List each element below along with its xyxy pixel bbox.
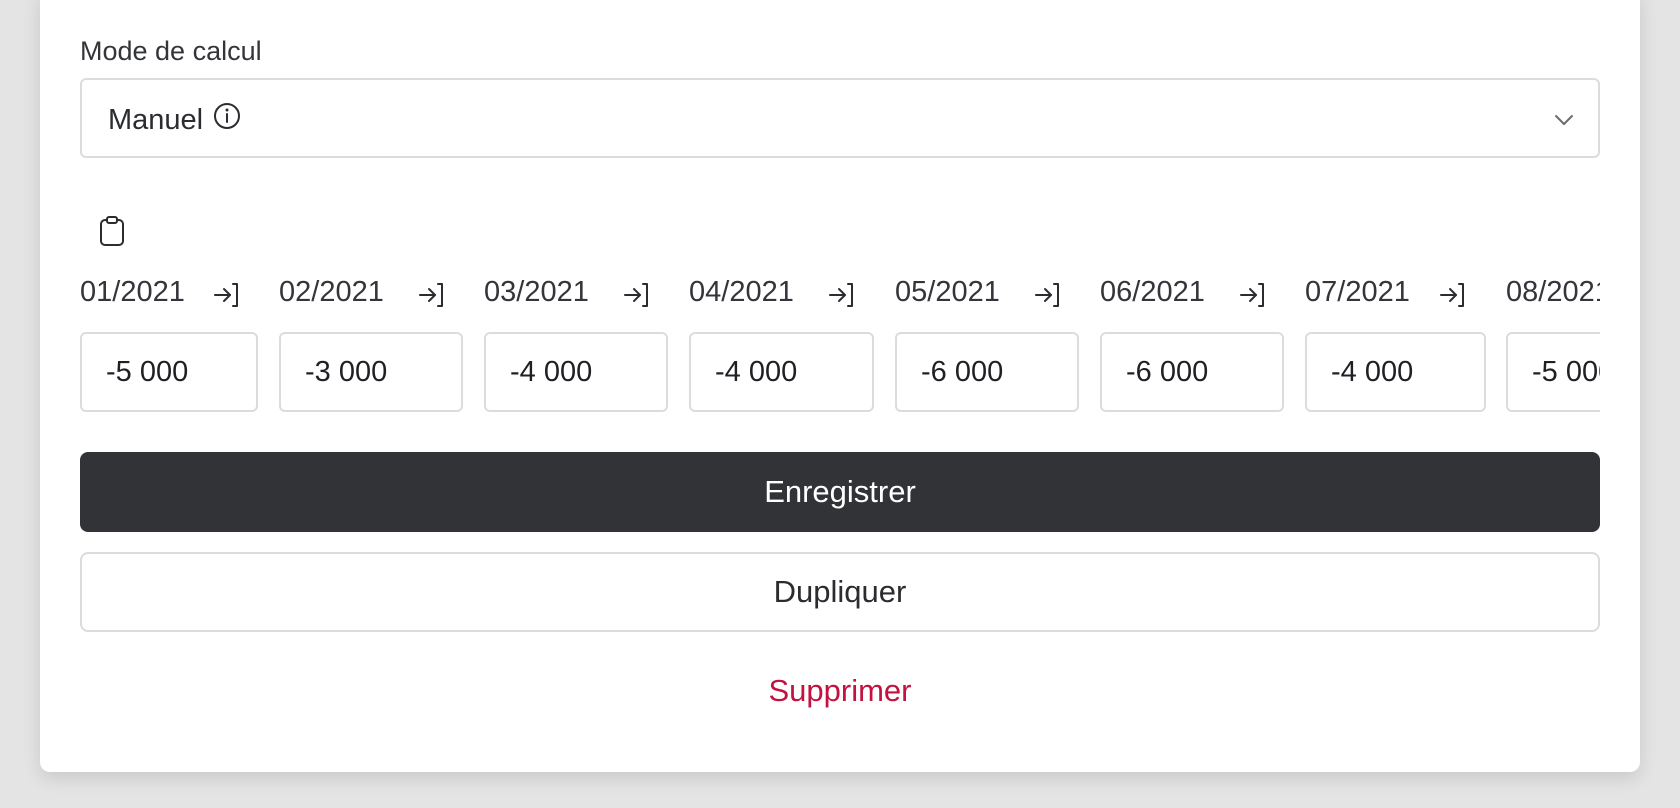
arrow-right-to-bracket-icon[interactable] xyxy=(1438,280,1468,310)
arrow-right-to-bracket-icon[interactable] xyxy=(212,280,242,310)
month-value-input[interactable] xyxy=(1100,332,1284,412)
month-value-input[interactable] xyxy=(689,332,874,412)
month-value-input[interactable] xyxy=(484,332,668,412)
month-value-input[interactable] xyxy=(895,332,1079,412)
month-value-input[interactable] xyxy=(279,332,463,412)
calc-mode-select[interactable]: Manuel xyxy=(80,78,1600,158)
info-icon[interactable] xyxy=(212,101,242,131)
month-label: 03/2021 xyxy=(484,276,589,308)
month-label: 08/2021 xyxy=(1506,276,1600,308)
month-label: 07/2021 xyxy=(1305,276,1410,308)
month-label: 02/2021 xyxy=(279,276,384,308)
month-value-input[interactable] xyxy=(1506,332,1600,412)
arrow-right-to-bracket-icon[interactable] xyxy=(827,280,857,310)
month-value-input[interactable] xyxy=(80,332,258,412)
delete-button[interactable]: Supprimer xyxy=(80,666,1600,716)
arrow-right-to-bracket-icon[interactable] xyxy=(1238,280,1268,310)
arrow-right-to-bracket-icon[interactable] xyxy=(1033,280,1063,310)
arrow-right-to-bracket-icon[interactable] xyxy=(622,280,652,310)
month-label: 06/2021 xyxy=(1100,276,1205,308)
clipboard-icon[interactable] xyxy=(98,215,126,247)
monthly-values-row[interactable]: 01/2021 02/2021 03/2021 04/2021 xyxy=(80,272,1600,414)
duplicate-button[interactable]: Dupliquer xyxy=(80,552,1600,632)
month-value-input[interactable] xyxy=(1305,332,1486,412)
arrow-right-to-bracket-icon[interactable] xyxy=(417,280,447,310)
calc-mode-label: Mode de calcul xyxy=(80,36,262,66)
chevron-down-icon xyxy=(1555,115,1573,125)
save-button[interactable]: Enregistrer xyxy=(80,452,1600,532)
calc-mode-value: Manuel xyxy=(108,104,204,136)
month-label: 01/2021 xyxy=(80,276,185,308)
month-label: 05/2021 xyxy=(895,276,1000,308)
month-label: 04/2021 xyxy=(689,276,794,308)
